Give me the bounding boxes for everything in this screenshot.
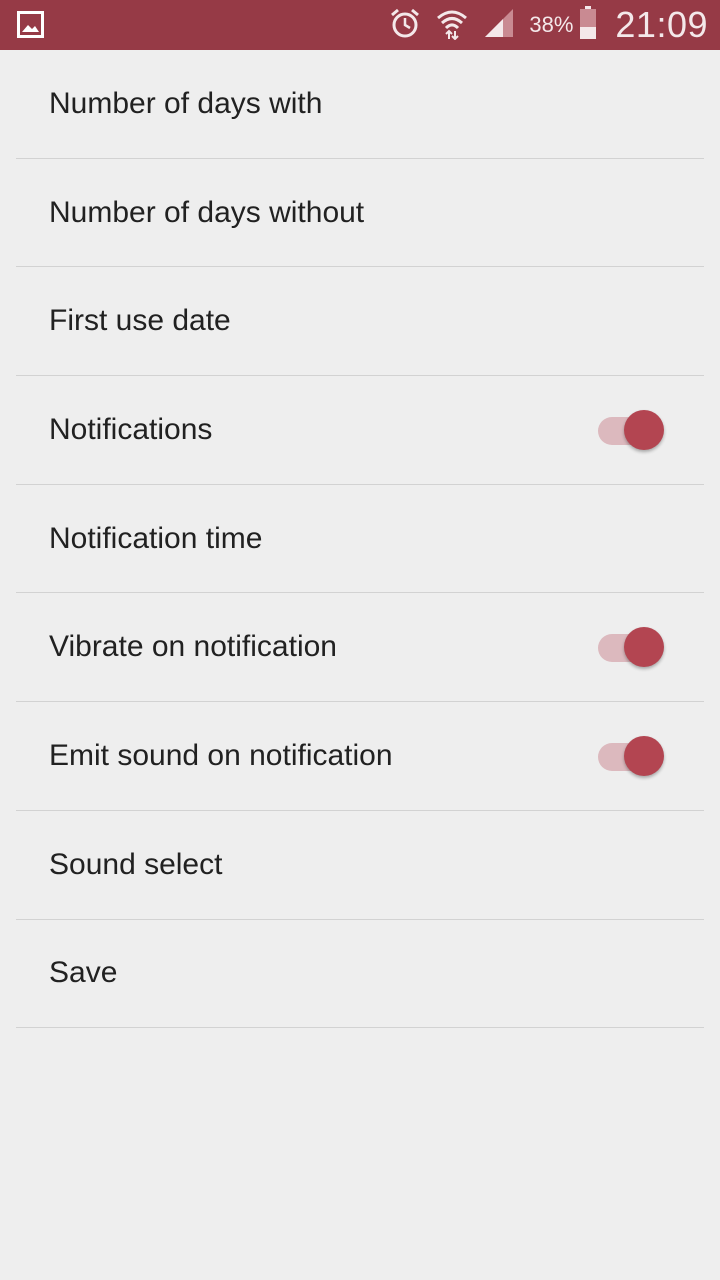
setting-emit-sound-on-notification[interactable]: Emit sound on notification [16,702,704,811]
setting-label: Number of days with [49,86,323,120]
setting-label: Save [49,956,118,990]
vibrate-toggle[interactable] [597,627,665,668]
setting-first-use-date[interactable]: First use date [16,267,704,377]
setting-notification-time[interactable]: Notification time [16,485,704,594]
setting-label: Notification time [49,521,263,555]
gallery-icon [17,11,44,38]
setting-notifications[interactable]: Notifications [16,376,704,485]
setting-label: First use date [49,304,231,338]
battery-icon [579,5,597,45]
notifications-toggle[interactable] [597,409,665,450]
save-button[interactable]: Save [16,920,704,1029]
setting-number-of-days-without[interactable]: Number of days without [16,159,704,268]
setting-vibrate-on-notification[interactable]: Vibrate on notification [16,593,704,703]
wifi-icon [435,6,469,45]
setting-sound-select[interactable]: Sound select [16,811,704,920]
status-bar: 38% 21:09 [0,0,720,50]
setting-label: Sound select [49,847,223,881]
clock: 21:09 [615,4,708,45]
alarm-icon [389,7,421,44]
toggle-thumb [624,735,664,776]
setting-label: Number of days without [49,195,365,229]
setting-label: Emit sound on notification [49,738,393,772]
toggle-thumb [624,409,664,450]
settings-list: Number of days with Number of days witho… [0,50,720,1029]
battery-percent: 38% [529,12,574,37]
setting-number-of-days-with[interactable]: Number of days with [16,50,704,159]
sound-toggle[interactable] [597,735,665,776]
setting-label: Vibrate on notification [49,630,337,664]
signal-icon [483,7,515,44]
setting-label: Notifications [49,412,213,446]
toggle-thumb [624,627,664,668]
